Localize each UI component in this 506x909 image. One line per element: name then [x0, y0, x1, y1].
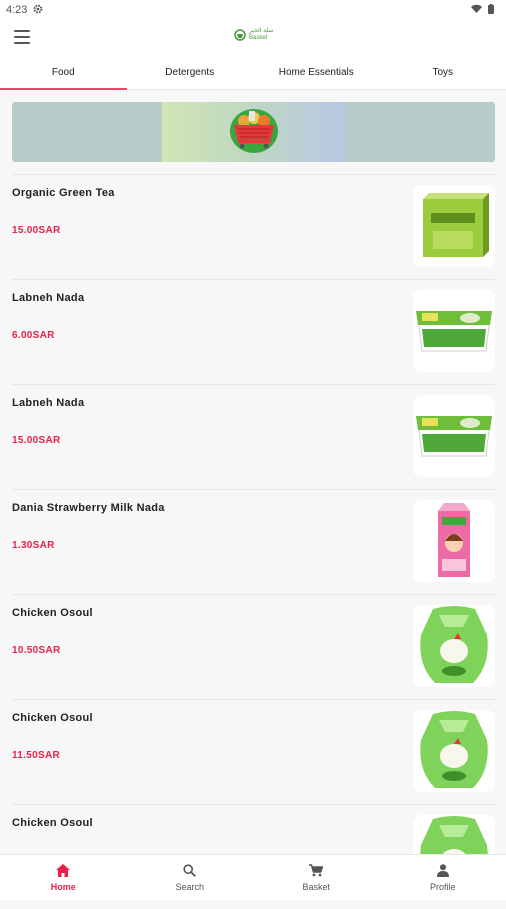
tab-food[interactable]: Food — [0, 56, 127, 89]
promo-banner[interactable] — [12, 102, 495, 162]
tab-home-essentials[interactable]: Home Essentials — [253, 56, 380, 89]
product-name: Dania Strawberry Milk Nada — [12, 502, 165, 514]
category-tabs: Food Detergents Home Essentials Toys — [0, 56, 506, 90]
product-item[interactable]: Dania Strawberry Milk Nada 1.30SAR — [12, 489, 495, 594]
nav-home-label: Home — [51, 882, 76, 892]
product-item[interactable]: Chicken Osoul 11.50SAR — [12, 699, 495, 804]
product-image-chicken[interactable] — [413, 710, 495, 792]
status-time: 4:23 — [6, 4, 27, 16]
logo-basket-icon — [234, 29, 246, 41]
nav-home[interactable]: Home — [0, 855, 127, 900]
tab-toys[interactable]: Toys — [380, 56, 506, 89]
nav-search[interactable]: Search — [127, 855, 254, 900]
nav-profile-label: Profile — [430, 882, 456, 892]
product-price: 15.00SAR — [12, 435, 61, 446]
hamburger-menu-icon[interactable] — [14, 30, 30, 44]
product-price: 11.50SAR — [12, 750, 60, 761]
product-image-chicken[interactable] — [413, 605, 495, 687]
product-name: Labneh Nada — [12, 397, 84, 409]
product-image-labneh[interactable] — [413, 395, 495, 477]
gear-icon — [33, 4, 43, 17]
bottom-navigation: Home Search Basket Profile — [0, 854, 506, 900]
product-item[interactable]: Labneh Nada 6.00SAR — [12, 279, 495, 384]
nav-profile[interactable]: Profile — [380, 855, 506, 900]
product-list: Organic Green Tea 15.00SAR Labneh Nada 6… — [12, 174, 495, 909]
logo-text-arabic: سلة الخير — [249, 28, 273, 35]
shopping-basket-icon — [214, 105, 294, 160]
app-bar: سلة الخير Basket — [0, 20, 506, 56]
product-price: 1.30SAR — [12, 540, 55, 551]
battery-icon — [488, 4, 494, 17]
product-item[interactable]: Organic Green Tea 15.00SAR — [12, 174, 495, 279]
product-name: Organic Green Tea — [12, 187, 115, 199]
product-price: 6.00SAR — [12, 330, 55, 341]
product-item[interactable]: Labneh Nada 15.00SAR — [12, 384, 495, 489]
status-bar: 4:23 — [0, 0, 506, 20]
product-price: 15.00SAR — [12, 225, 61, 236]
app-logo: سلة الخير Basket — [234, 28, 273, 42]
product-image-green-tea[interactable] — [413, 185, 495, 267]
logo-text-english: Basket — [249, 35, 273, 42]
cart-icon — [309, 864, 323, 879]
tab-detergents[interactable]: Detergents — [127, 56, 254, 89]
product-price: 10.50SAR — [12, 645, 61, 656]
product-name: Chicken Osoul — [12, 817, 93, 829]
nav-basket-label: Basket — [302, 882, 330, 892]
search-icon — [183, 864, 196, 879]
product-name: Labneh Nada — [12, 292, 84, 304]
home-icon — [56, 864, 70, 879]
product-item[interactable]: Chicken Osoul 10.50SAR — [12, 594, 495, 699]
person-icon — [437, 864, 449, 879]
product-name: Chicken Osoul — [12, 712, 93, 724]
product-name: Chicken Osoul — [12, 607, 93, 619]
nav-search-label: Search — [175, 882, 204, 892]
product-image-milk-carton[interactable] — [413, 500, 495, 582]
product-image-labneh[interactable] — [413, 290, 495, 372]
nav-basket[interactable]: Basket — [253, 855, 380, 900]
wifi-icon — [471, 4, 482, 16]
